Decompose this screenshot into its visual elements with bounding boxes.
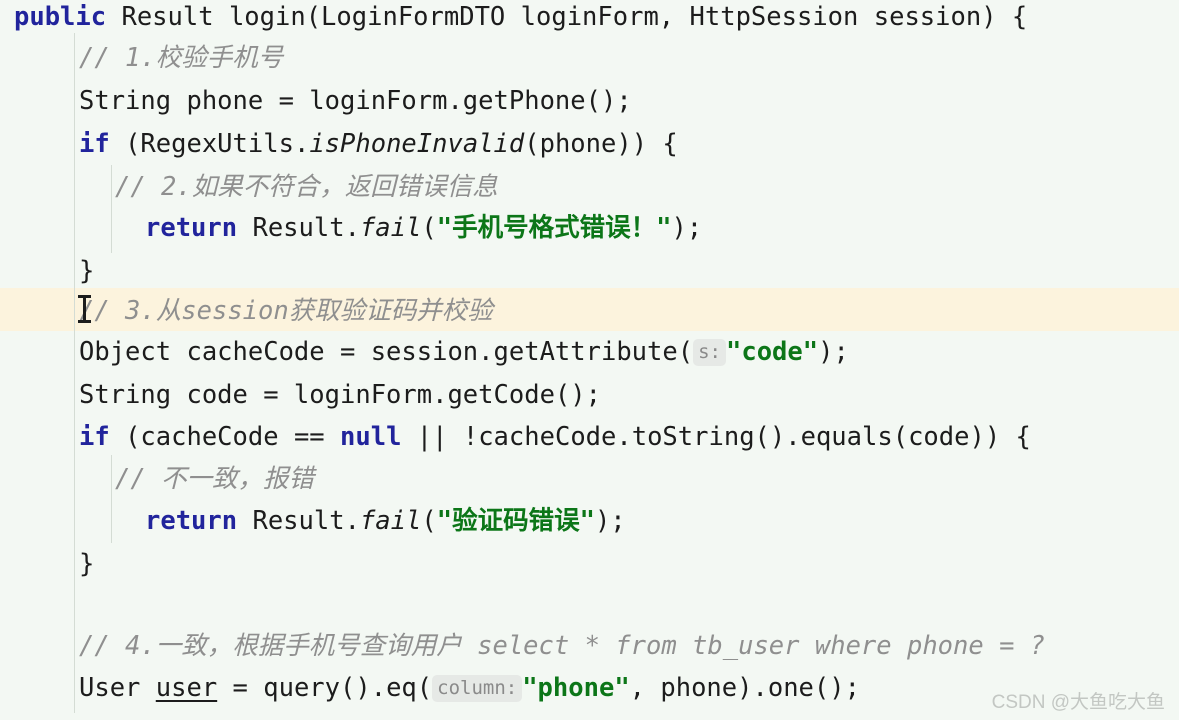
code-line-6[interactable]: return Result.fail("手机号格式错误！"); bbox=[145, 205, 702, 252]
code-line-9[interactable]: Object cacheCode = session.getAttribute(… bbox=[79, 329, 849, 376]
line-17-pre: User bbox=[79, 673, 156, 703]
variable-user: user bbox=[155, 673, 218, 703]
closing-brace-1: } bbox=[79, 256, 95, 286]
keyword-if-1: if bbox=[79, 129, 110, 159]
line-1-signature: Result login(LoginFormDTO loginForm, Htt… bbox=[106, 2, 1028, 32]
method-fail-2: fail bbox=[359, 506, 422, 536]
line-17-mid: = query().eq( bbox=[217, 673, 433, 703]
code-line-16[interactable]: // 4.一致，根据手机号查询用户 select * from tb_user … bbox=[79, 623, 1045, 670]
line-4-pre: (RegexUtils. bbox=[109, 129, 310, 159]
code-line-12[interactable]: // 不一致，报错 bbox=[115, 456, 314, 503]
code-line-14[interactable]: } bbox=[79, 541, 94, 588]
line-4-post: (phone)) { bbox=[524, 129, 678, 159]
keyword-return-2: return bbox=[145, 506, 238, 536]
keyword-if-2: if bbox=[79, 422, 110, 452]
statement-get-phone: String phone = loginForm.getPhone(); bbox=[79, 86, 632, 116]
comment-mismatch: // 不一致，报错 bbox=[115, 464, 315, 494]
code-line-5[interactable]: // 2.如果不符合，返回错误信息 bbox=[115, 164, 498, 211]
string-verify-code-error: "验证码错误" bbox=[436, 506, 595, 536]
line-13-paren: ( bbox=[421, 506, 437, 536]
code-line-11[interactable]: if (cacheCode == null || !cacheCode.toSt… bbox=[79, 414, 1031, 461]
line-9-pre: Object cacheCode = session.getAttribute( bbox=[79, 337, 694, 367]
parameter-hint-column: column: bbox=[432, 675, 523, 702]
code-line-13[interactable]: return Result.fail("验证码错误"); bbox=[145, 498, 626, 545]
code-line-17[interactable]: User user = query().eq(column: "phone", p… bbox=[79, 665, 860, 712]
indent-guide-level-1 bbox=[74, 33, 75, 713]
method-fail-1: fail bbox=[359, 213, 422, 243]
method-is-phone-invalid: isPhoneInvalid bbox=[309, 129, 525, 159]
line-6-paren: ( bbox=[421, 213, 437, 243]
line-6-post: ); bbox=[671, 213, 703, 243]
keyword-null: null bbox=[340, 422, 402, 452]
line-9-post: ); bbox=[818, 337, 849, 367]
code-line-10[interactable]: String code = loginForm.getCode(); bbox=[79, 372, 601, 419]
string-phone-format-error: "手机号格式错误！" bbox=[436, 213, 672, 243]
closing-brace-2: } bbox=[79, 549, 95, 579]
comment-step-3: // 3.从session获取验证码并校验 bbox=[79, 296, 493, 326]
keyword-return-1: return bbox=[145, 213, 238, 243]
parameter-hint-s: s: bbox=[693, 339, 726, 366]
indent-guide-level-2-b bbox=[111, 455, 112, 543]
line-17-post: , phone).one(); bbox=[629, 673, 860, 703]
line-13-post: ); bbox=[594, 506, 626, 536]
line-11-mid1: (cacheCode == bbox=[109, 422, 341, 452]
string-code: "code" bbox=[725, 337, 819, 367]
watermark: CSDN @大鱼吃大鱼 bbox=[991, 692, 1165, 713]
line-13-pre: Result. bbox=[237, 506, 360, 536]
string-phone-column: "phone" bbox=[522, 673, 630, 703]
keyword-public: public bbox=[14, 2, 107, 32]
code-line-4[interactable]: if (RegexUtils.isPhoneInvalid(phone)) { bbox=[79, 121, 678, 168]
comment-step-2: // 2.如果不符合，返回错误信息 bbox=[115, 172, 498, 202]
code-line-2[interactable]: // 1.校验手机号 bbox=[79, 35, 283, 82]
indent-guide-level-2-a bbox=[111, 165, 112, 253]
comment-step-4: // 4.一致，根据手机号查询用户 select * from tb_user … bbox=[79, 631, 1046, 661]
line-11-mid2: || !cacheCode.toString().equals(code)) { bbox=[401, 422, 1031, 452]
comment-step-1: // 1.校验手机号 bbox=[79, 43, 284, 73]
code-line-8[interactable]: // 3.从session获取验证码并校验 bbox=[79, 288, 493, 335]
line-6-pre: Result. bbox=[237, 213, 360, 243]
code-editor-viewport[interactable]: public Result login(LoginFormDTO loginFo… bbox=[0, 0, 1179, 720]
statement-get-code: String code = loginForm.getCode(); bbox=[79, 380, 601, 410]
code-line-3[interactable]: String phone = loginForm.getPhone(); bbox=[79, 78, 632, 125]
